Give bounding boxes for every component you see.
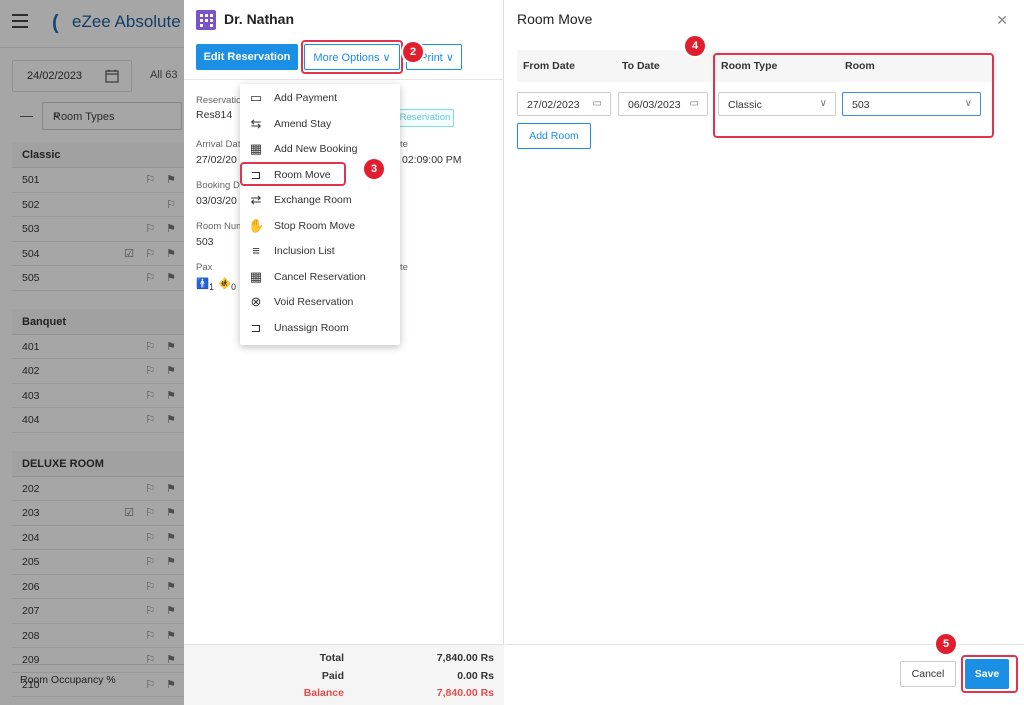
arrival-date-value: 27/02/20 [196,154,237,166]
balance-value: 7,840.00 Rs [436,687,494,699]
close-icon[interactable]: ✕ [996,12,1008,29]
room-move-highlight [240,162,346,186]
menu-item-label: Add New Booking [274,143,358,155]
calendar-cancel-icon: ▦ [249,268,263,284]
save-highlight [961,655,1018,693]
exchange-icon: ⇄ [250,192,262,207]
cancel-button[interactable]: Cancel [900,661,956,687]
to-date-header: To Date [622,60,660,72]
menu-item-label: Add Payment [274,92,338,104]
menu-item-label: Stop Room Move [274,219,356,232]
hand-icon: ✋ [248,217,265,233]
menu-item-unassign-room[interactable]: ⊐ Unassign Room [240,316,400,341]
menu-item-amend-stay[interactable]: ⇆ Amend Stay [240,112,400,137]
menu-item-label: Void Reservation [274,296,354,308]
more-options-highlight [301,40,403,74]
menu-item-stop-room-move[interactable]: ✋ Stop Room Move [240,214,400,239]
step-badge-2: 2 [403,42,423,62]
menu-item-label: Exchange Room [274,194,352,206]
totals-section: Total 7,840.00 Rs Paid 0.00 Rs Balance 7… [184,644,504,705]
departure-time-value: 02:09:00 PM [402,154,462,166]
unassign-icon: ⊐ [250,319,262,335]
to-date-field[interactable]: 06/03/2023 ▭ [618,92,708,116]
menu-item-void-reservation[interactable]: ⊗ Void Reservation [240,290,400,315]
adult-icon: 🚹 [196,278,210,290]
from-date-header: From Date [523,60,575,72]
balance-label: Balance [303,687,344,699]
pax-label: Pax [196,262,213,273]
add-room-button[interactable]: Add Room [517,123,591,149]
menu-item-label: Amend Stay [274,117,332,130]
pax-child: 🚸0 [218,278,236,293]
menu-item-label: Unassign Room [274,321,349,334]
calendar-icon: ▭ [689,98,699,109]
step-badge-3: 3 [364,159,384,179]
menu-item-inclusion-list[interactable]: ≡ Inclusion List [240,239,400,264]
from-date-field[interactable]: 27/02/2023 ▭ [517,92,611,116]
room-move-title: Room Move [517,11,593,27]
room-number-value: 503 [196,236,214,248]
payment-icon: ▭ [249,90,263,105]
void-icon: ⊗ [250,294,262,309]
menu-item-add-payment[interactable]: ▭ Add Payment [240,86,400,111]
total-label: Total [319,652,344,664]
child-icon: 🚸 [218,278,232,290]
more-options-menu: ▭ Add Payment ⇆ Amend Stay ▦ Add New Booking ⊐… [240,84,400,345]
print-label: Print [420,51,443,64]
menu-item-exchange-room[interactable]: ⇄ Exchange Room [240,188,400,213]
paid-label: Paid [321,670,344,682]
step-badge-5: 5 [936,634,956,654]
modal-backdrop[interactable] [0,0,184,705]
from-date-value: 27/02/2023 [527,99,580,111]
step-badge-4: 4 [685,36,705,56]
calendar-icon: ▦ [249,141,263,156]
room-number-label: Room Num [196,221,245,232]
calendar-icon: ▭ [592,98,602,109]
hotel-icon [196,10,216,30]
arrival-date-label: Arrival Dat [196,139,241,150]
edit-reservation-button[interactable]: Edit Reservation [196,44,298,70]
list-icon: ≡ [252,243,260,258]
amend-icon: ⇆ [250,115,262,131]
paid-value: 0.00 Rs [457,670,494,682]
booking-date-value: 03/03/20 [196,195,237,207]
departure-date-label: te [400,139,408,150]
booking-date-label: Booking D [196,180,240,191]
room-type-room-highlight [713,53,994,138]
menu-item-label: Cancel Reservation [274,270,366,283]
guest-name: Dr. Nathan [224,11,295,27]
total-value: 7,840.00 Rs [436,652,494,664]
menu-item-label: Inclusion List [274,245,335,257]
chevron-down-icon: ∨ [445,51,454,64]
pax-adult: 🚹1 [196,278,214,293]
menu-item-cancel-reservation[interactable]: ▦ Cancel Reservation [240,265,400,290]
rate-label: te [400,262,408,273]
status-badge: Reservation [396,109,454,127]
reservation-no-value: Res814 [196,109,233,121]
to-date-value: 06/03/2023 [628,99,681,111]
reservation-no-label: Reservatio [196,95,242,106]
